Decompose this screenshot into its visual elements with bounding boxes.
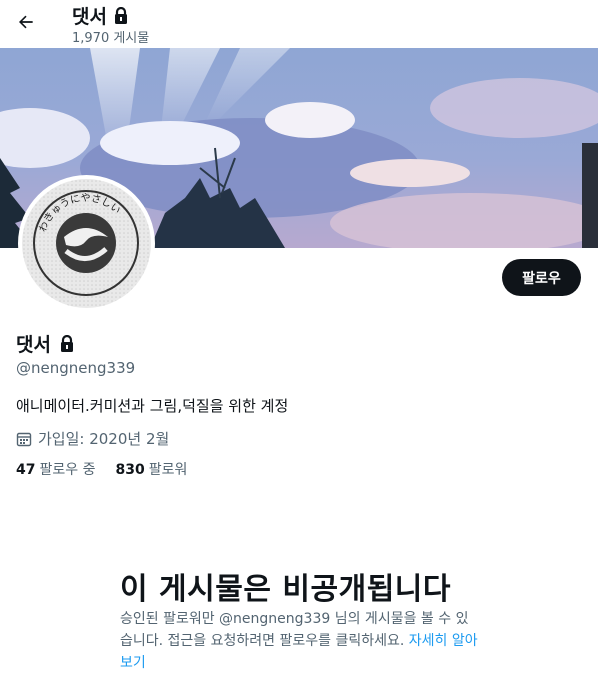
post-count: 1,970 게시물 <box>72 31 150 46</box>
following-link[interactable]: 47 팔로우 중 <box>16 459 95 479</box>
calendar-icon <box>16 432 32 446</box>
lock-icon <box>114 6 127 24</box>
avatar-image: わきゅうにやさしい <box>22 179 151 308</box>
followers-label: 팔로워 <box>148 462 188 478</box>
profile-name-row: 댓서 <box>16 330 75 357</box>
following-label: 팔로우 중 <box>39 462 96 478</box>
avatar-ring: わきゅうにやさしい <box>18 175 155 312</box>
profile-bio: 애니메이터.커미션과 그림,덕질을 위한 계정 <box>16 397 289 415</box>
followers-count: 830 <box>115 462 145 478</box>
follow-stats: 47 팔로우 중 830 팔로워 <box>16 459 187 479</box>
profile-handle: @nengneng339 <box>16 359 136 377</box>
header-name: 댓서 <box>72 6 107 28</box>
header-title: 댓서 <box>72 2 129 29</box>
join-date: 가입일: 2020년 2월 <box>38 430 170 448</box>
following-count: 47 <box>16 462 36 478</box>
avatar[interactable]: わきゅうにやさしい <box>22 179 151 308</box>
private-notice-title: 이 게시물은 비공개됩니다 <box>120 572 451 607</box>
lock-icon <box>60 334 73 352</box>
follow-button[interactable]: 팔로우 <box>502 259 581 296</box>
followers-link[interactable]: 830 팔로워 <box>115 459 187 479</box>
private-notice-description: 승인된 팔로워만 @nengneng339 님의 게시물을 볼 수 있습니다. … <box>120 608 480 674</box>
top-bar: 댓서 1,970 게시물 <box>0 0 604 48</box>
back-button[interactable] <box>12 8 40 36</box>
arrow-left-icon <box>19 15 33 29</box>
join-date-row: 가입일: 2020년 2월 <box>16 428 169 449</box>
profile-name: 댓서 <box>16 334 51 356</box>
